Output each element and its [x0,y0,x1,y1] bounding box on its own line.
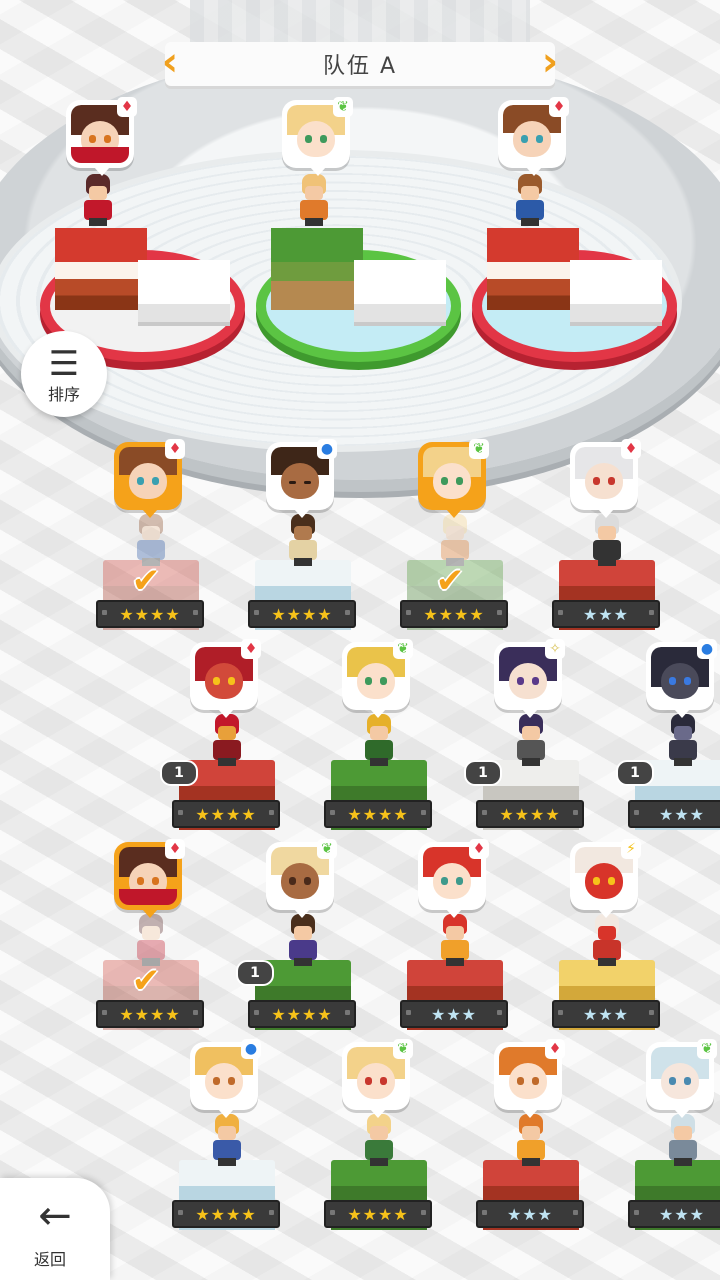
fire-element-icon: ♦ [549,97,569,117]
star-rating: ★★★ [628,800,720,828]
star-rating: ★★★★ [96,1000,204,1028]
selected-check-icon: ✔ [131,561,161,601]
fire-element-icon: ♦ [165,839,185,859]
hero-avatar[interactable]: ♦ [570,439,641,518]
star-rating: ★★★★ [172,800,280,828]
fire-element-icon: ♦ [165,439,185,459]
duplicate-count-badge: 1 [616,760,654,786]
slot-3-hero-avatar[interactable]: ♦ [498,97,569,176]
duplicate-count-badge: 1 [160,760,198,786]
team-selector: ‹ 队伍 A › [162,42,558,86]
sort-icon: ☰ [48,344,80,384]
star-rating: ★★★ [476,1200,584,1228]
sort-label: 排序 [47,385,80,404]
fire-element-icon: ♦ [621,439,641,459]
star-rating: ★★★★ [324,1200,432,1228]
hero-avatar[interactable]: ♦ [114,839,185,918]
back-arrow-icon: ← [38,1193,72,1239]
duplicate-count-badge: 1 [236,960,274,986]
slot-hero-sprite [296,174,340,234]
star-rating: ★★★★ [248,1000,356,1028]
water-element-icon: ● [697,639,717,659]
light-element-icon: ⚡ [621,839,641,859]
hero-avatar[interactable]: ♦ [114,439,185,518]
star-rating: ★★★★ [248,600,356,628]
grass-element-icon: ❦ [317,839,337,859]
star-rating: ★★★ [628,1200,720,1228]
slot-hero-block [487,228,579,310]
grass-element-icon: ❦ [469,439,489,459]
star-rating: ★★★★ [96,600,204,628]
arena-top-decoration [190,0,530,44]
slot-empty-block [138,260,230,322]
hero-avatar[interactable]: ✧ [494,639,565,718]
next-team-chevron-icon[interactable]: › [539,42,561,86]
slot-empty-block [354,260,446,322]
star-rating: ★★★★ [400,600,508,628]
slot-hero-block [271,228,363,310]
slot-empty-block [570,260,662,322]
hero-avatar[interactable]: ♦ [190,639,261,718]
hero-avatar[interactable]: ● [266,439,337,518]
prev-team-chevron-icon[interactable]: ‹ [159,42,181,86]
selected-check-icon: ✔ [435,561,465,601]
star-rating: ★★★ [400,1000,508,1028]
grass-element-icon: ❦ [393,1039,413,1059]
hero-avatar[interactable]: ● [190,1039,261,1118]
hero-avatar[interactable]: ⚡ [570,839,641,918]
star-rating: ★★★ [552,600,660,628]
sort-button[interactable]: ☰ 排序 [21,331,107,417]
selected-check-icon: ✔ [131,961,161,1001]
star-rating: ★★★ [552,1000,660,1028]
hero-avatar[interactable]: ♦ [494,1039,565,1118]
fire-element-icon: ♦ [545,1039,565,1059]
slot-hero-block [55,228,147,310]
hero-avatar[interactable]: ❦ [342,639,413,718]
light-element-icon: ✧ [545,639,565,659]
star-rating: ★★★★ [172,1200,280,1228]
hero-avatar[interactable]: ❦ [646,1039,717,1118]
back-label: 返回 [33,1250,66,1269]
fire-element-icon: ♦ [469,839,489,859]
slot-1-hero-avatar[interactable]: ♦ [66,97,137,176]
team-title: 队伍 A [322,54,398,79]
star-rating: ★★★★ [324,800,432,828]
slot-hero-sprite [512,174,556,234]
back-button[interactable]: ← 返回 [0,1178,110,1280]
team-slot-3[interactable] [472,174,692,380]
fire-element-icon: ♦ [117,97,137,117]
hero-avatar[interactable]: ❦ [266,839,337,918]
fire-element-icon: ♦ [241,639,261,659]
water-element-icon: ● [241,1039,261,1059]
hero-avatar[interactable]: ♦ [418,839,489,918]
grass-element-icon: ❦ [697,1039,717,1059]
hero-avatar[interactable]: ❦ [418,439,489,518]
grass-element-icon: ❦ [393,639,413,659]
slot-2-hero-avatar[interactable]: ❦ [282,97,353,176]
grass-element-icon: ❦ [333,97,353,117]
star-rating: ★★★★ [476,800,584,828]
hero-avatar[interactable]: ● [646,639,717,718]
team-slot-2[interactable] [256,174,476,380]
slot-hero-sprite [80,174,124,234]
hero-avatar[interactable]: ❦ [342,1039,413,1118]
duplicate-count-badge: 1 [464,760,502,786]
water-element-icon: ● [317,439,337,459]
